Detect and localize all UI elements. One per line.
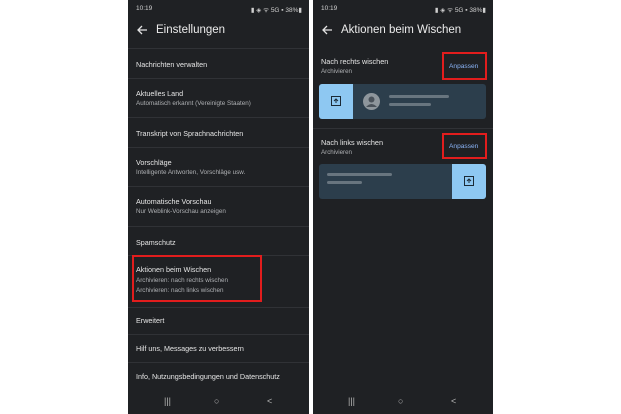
settings-item-auto-preview[interactable]: Automatische Vorschau Nur Weblink-Vorsch…: [128, 186, 309, 227]
left-swipe-preview: [319, 164, 486, 199]
status-time: 10:19: [321, 5, 338, 12]
right-swipe-preview: [319, 84, 486, 119]
section-divider: [313, 128, 493, 129]
settings-item-subtitle: Intelligente Antworten, Vorschläge usw.: [136, 169, 246, 176]
system-nav-bar: ||| ○ <: [313, 392, 493, 414]
back-arrow-icon[interactable]: [136, 24, 148, 36]
app-bar: Einstellungen: [128, 20, 309, 44]
left-swipe-subtitle: Archivieren: [321, 149, 352, 156]
settings-item-title: Aktuelles Land: [136, 89, 184, 98]
app-bar: Aktionen beim Wischen: [313, 20, 493, 44]
settings-item-spam-protection[interactable]: Spamschutz: [128, 226, 309, 256]
highlight-left-customize: [442, 133, 487, 159]
settings-item-title: Spamschutz: [136, 238, 176, 247]
swipe-actions-screen: 10:19 ▮ ◈ ᯤ 5G ▪ 38%▮ Aktionen beim Wisc…: [313, 0, 493, 414]
settings-item-title: Erweitert: [136, 316, 165, 325]
placeholder-line: [389, 103, 431, 106]
archive-icon: [331, 96, 341, 106]
settings-item-title: Info, Nutzungsbedingungen und Datenschut…: [136, 372, 280, 381]
status-icons: ▮ ◈ ᯤ 5G ▪ 38%▮: [250, 7, 302, 14]
avatar-icon: [363, 93, 380, 110]
back-nav-icon[interactable]: <: [267, 396, 272, 406]
right-swipe-subtitle: Archivieren: [321, 68, 352, 75]
highlight-right-customize: [442, 52, 487, 80]
recent-apps-icon[interactable]: |||: [348, 396, 355, 406]
status-time: 10:19: [136, 5, 153, 12]
page-title: Einstellungen: [156, 24, 226, 36]
settings-item-subtitle: Nur Weblink-Vorschau anzeigen: [136, 208, 226, 215]
settings-item-title: Vorschläge: [136, 158, 172, 167]
home-icon[interactable]: ○: [398, 396, 403, 406]
status-bar: 10:19 ▮ ◈ ᯤ 5G ▪ 38%▮: [313, 0, 493, 18]
page-title: Aktionen beim Wischen: [341, 24, 462, 36]
back-nav-icon[interactable]: <: [451, 396, 456, 406]
status-bar: 10:19 ▮ ◈ ᯤ 5G ▪ 38%▮: [128, 0, 309, 18]
settings-item-subtitle: Automatisch erkannt (Vereinigte Staaten): [136, 100, 251, 107]
settings-item-info-terms[interactable]: Info, Nutzungsbedingungen und Datenschut…: [128, 362, 309, 391]
placeholder-line: [327, 173, 392, 176]
settings-item-title: Hilf uns, Messages zu verbessern: [136, 344, 244, 353]
recent-apps-icon[interactable]: |||: [164, 396, 171, 406]
settings-item-suggestions[interactable]: Vorschläge Intelligente Antworten, Vorsc…: [128, 147, 309, 187]
system-nav-bar: ||| ○ <: [128, 392, 309, 414]
home-icon[interactable]: ○: [214, 396, 219, 406]
archive-action-area: [319, 84, 353, 119]
back-arrow-icon[interactable]: [321, 24, 333, 36]
settings-item-advanced[interactable]: Erweitert: [128, 307, 309, 335]
settings-item-title: Transkript von Sprachnachrichten: [136, 129, 244, 138]
placeholder-line: [327, 181, 362, 184]
left-swipe-title: Nach links wischen: [321, 138, 384, 147]
settings-item-manage-messages[interactable]: Nachrichten verwalten: [128, 48, 309, 79]
settings-item-title: Nachrichten verwalten: [136, 60, 208, 69]
archive-icon: [464, 176, 474, 186]
status-icons: ▮ ◈ ᯤ 5G ▪ 38%▮: [434, 7, 486, 14]
right-swipe-title: Nach rechts wischen: [321, 57, 389, 66]
settings-screen: 10:19 ▮ ◈ ᯤ 5G ▪ 38%▮ Einstellungen Nach…: [128, 0, 309, 414]
settings-item-country[interactable]: Aktuelles Land Automatisch erkannt (Vere…: [128, 78, 309, 118]
settings-item-help-improve[interactable]: Hilf uns, Messages zu verbessern: [128, 334, 309, 363]
highlight-swipe-actions: [132, 255, 262, 302]
settings-item-transcript[interactable]: Transkript von Sprachnachrichten: [128, 117, 309, 148]
settings-item-title: Automatische Vorschau: [136, 197, 212, 206]
archive-action-area: [452, 164, 486, 199]
placeholder-line: [389, 95, 449, 98]
